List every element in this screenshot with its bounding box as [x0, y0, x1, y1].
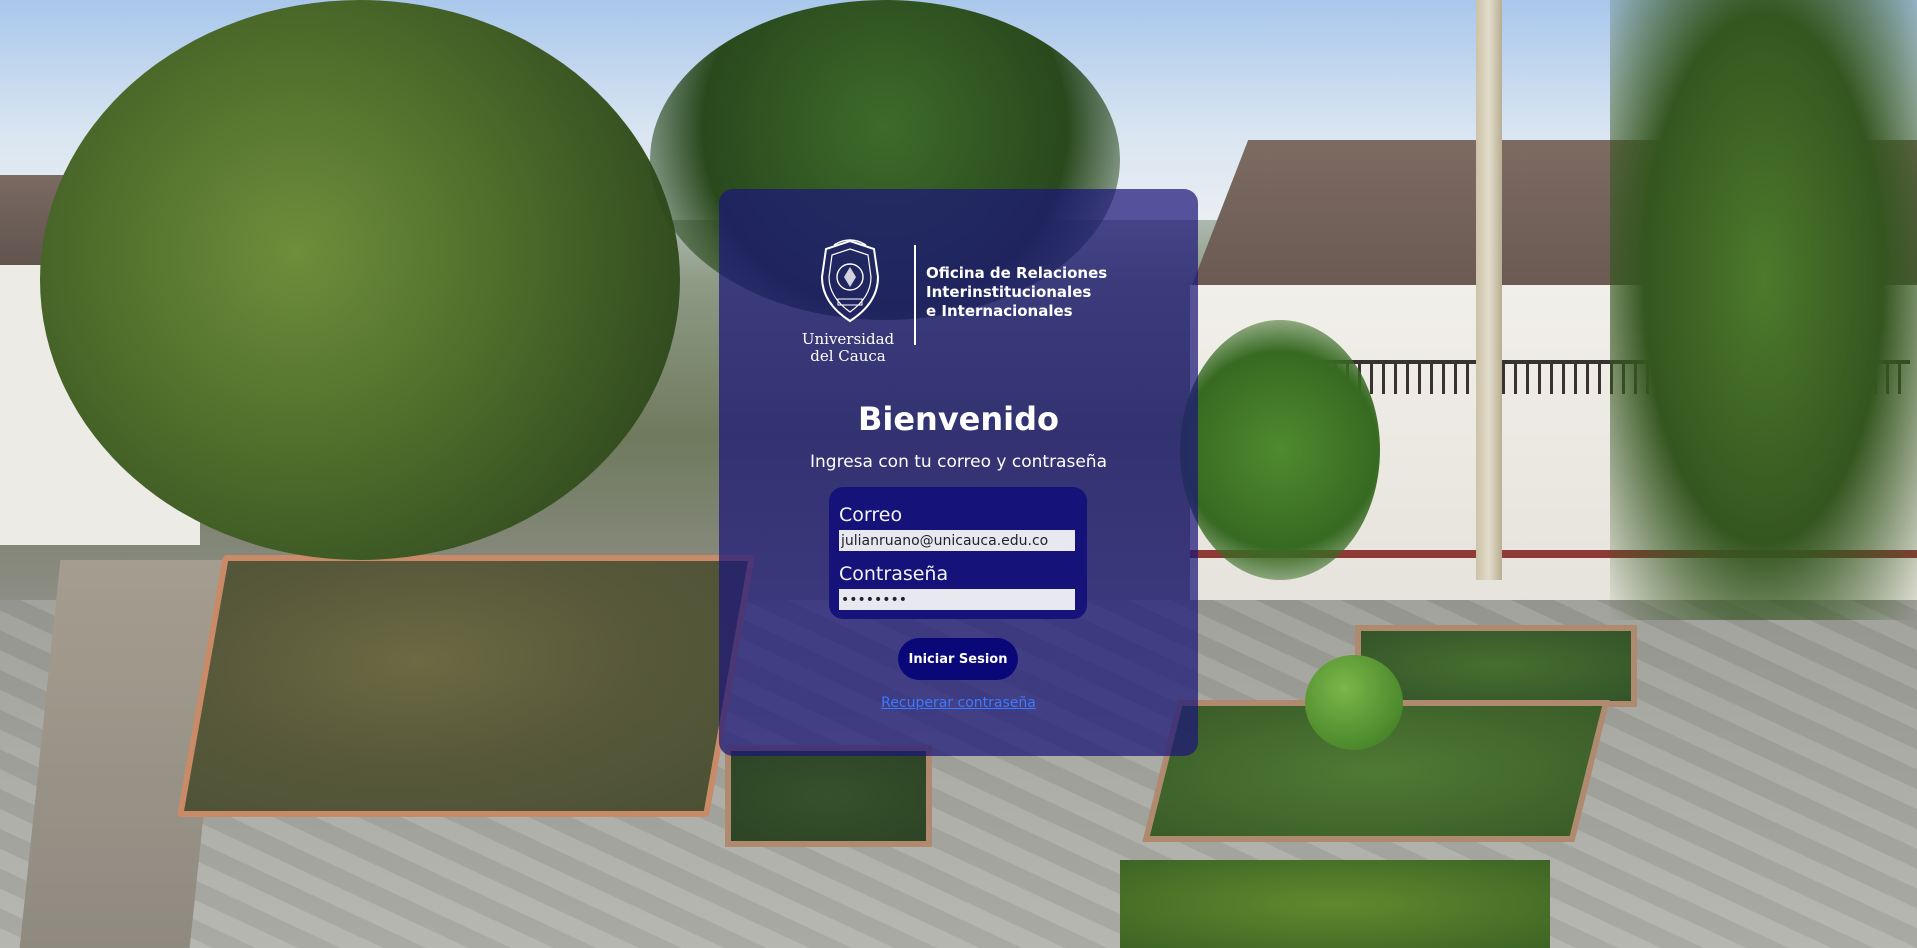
- background-bush: [1180, 320, 1380, 580]
- brand-header: Universidad del Cauca Oficina de Relacio…: [802, 237, 1124, 367]
- welcome-title: Bienvenido: [857, 400, 1060, 438]
- office-name-line3: e Internacionales: [926, 302, 1073, 320]
- university-name-line1: Universidad: [801, 330, 895, 348]
- background-garden-bed: [1120, 860, 1550, 948]
- login-form: Correo Contraseña: [829, 487, 1087, 619]
- login-button[interactable]: Iniciar Sesion: [898, 638, 1018, 680]
- office-name-line1: Oficina de Relaciones: [926, 264, 1108, 282]
- background-pine-tree: [1610, 0, 1917, 620]
- recover-password-link[interactable]: Recuperar contraseña: [881, 695, 1036, 711]
- office-name-line2: Interinstitucionales: [926, 283, 1092, 301]
- email-label: Correo: [839, 504, 903, 526]
- background-garden-bed: [725, 745, 932, 847]
- office-name: Oficina de Relaciones Interinstitucional…: [926, 264, 1107, 321]
- background-palm-trunk: [1476, 0, 1502, 580]
- recover-password: Recuperar contraseña: [719, 695, 1198, 711]
- login-card: Universidad del Cauca Oficina de Relacio…: [719, 189, 1198, 756]
- email-field[interactable]: [839, 530, 1075, 551]
- university-name-line2: del Cauca: [810, 347, 886, 365]
- brand-divider: [914, 245, 916, 345]
- background-tree: [40, 0, 680, 560]
- university-seal-icon: [804, 237, 896, 327]
- password-label: Contraseña: [839, 563, 949, 585]
- welcome-subtitle: Ingresa con tu correo y contraseña: [810, 452, 1107, 472]
- password-field[interactable]: [839, 589, 1075, 610]
- university-name: Universidad del Cauca: [796, 331, 900, 365]
- background-garden-bed: [176, 555, 756, 817]
- background-bush: [1305, 655, 1403, 750]
- login-page: Universidad del Cauca Oficina de Relacio…: [0, 0, 1917, 948]
